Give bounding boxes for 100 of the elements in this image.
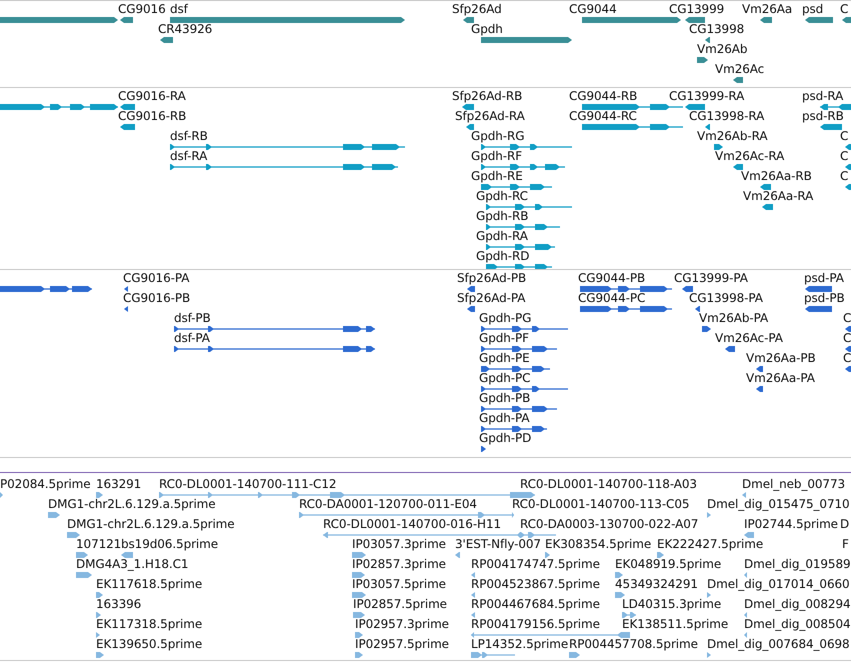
feature-label: EK117618.5prime — [96, 577, 202, 591]
feature-label: CG9016-RB — [118, 109, 186, 123]
feature-label: Vm26Ac-PA — [715, 331, 783, 345]
feature-label: IP03057.3prime — [352, 537, 446, 551]
feature-label: dsf-PB — [174, 311, 211, 325]
feature-label: Vm26Aa-RB — [741, 169, 812, 183]
alignment-glyph — [48, 511, 60, 519]
feature-glyph — [481, 425, 547, 433]
alignment-glyph — [355, 651, 363, 659]
alignment-glyph — [707, 651, 711, 659]
alignment-glyph — [707, 511, 711, 519]
feature-label: Sfp26Ad-PA — [457, 291, 526, 305]
feature-label: psd-PA — [804, 271, 844, 285]
feature-label: RP004523867.5prime — [471, 577, 600, 591]
feature-label: psd-RA — [802, 89, 844, 103]
feature-label: Dmel_dig_019589 — [744, 557, 851, 571]
feature-label: DMG4A3_1.H18.C1 — [76, 557, 188, 571]
feature-label: IP02957.3prime — [355, 617, 449, 631]
feature-label: Dmel_dig_008294 — [744, 597, 851, 611]
feature-label: RC0-DL0001-140700-113-C05 — [512, 497, 690, 511]
feature-glyph — [705, 36, 710, 44]
feature-label: psd-RB — [802, 109, 844, 123]
feature-glyph — [845, 325, 851, 333]
feature-label: EK117318.5prime — [96, 617, 202, 631]
feature-label: DMG1-chr2L.6.129.a.5prime — [48, 497, 216, 511]
feature-label: Gpdh-PA — [479, 411, 530, 425]
feature-label: Dmel_dig_015475_0710 — [707, 497, 850, 511]
feature-label: Vm26Ab — [697, 42, 748, 56]
feature-label: CG9044-PB — [578, 271, 646, 285]
feature-glyph — [820, 123, 842, 131]
feature-label: Dmel_neb_00773 — [742, 477, 846, 491]
feature-label: Gpdh-PG — [479, 311, 532, 325]
alignment-glyph — [742, 491, 746, 499]
feature-label: LD40315.3prime — [622, 597, 722, 611]
feature-label: Gpdh-PC — [479, 371, 530, 385]
feature-label: Gpdh-RA — [476, 229, 528, 243]
feature-label: Vm26Aa — [742, 2, 792, 16]
feature-label: CG9016-PA — [123, 271, 190, 285]
alignment-glyph — [471, 591, 475, 599]
feature-label: Vm26Ac — [715, 62, 764, 76]
feature-label: RC0-DA0003-130700-022-A07 — [520, 517, 698, 531]
feature-label: C — [840, 129, 848, 143]
feature-glyph — [486, 243, 555, 251]
feature-label: CG13998 — [689, 22, 744, 36]
feature-label: Vm26Aa-RA — [743, 189, 814, 203]
feature-label: Gpdh-PE — [479, 351, 530, 365]
feature-label: psd — [802, 2, 824, 16]
feature-label: F — [842, 537, 849, 551]
feature-label: IP02857.3prime — [352, 557, 446, 571]
feature-glyph — [685, 16, 705, 24]
feature-label: dsf-PA — [174, 331, 210, 345]
alignment-glyph — [121, 551, 133, 559]
feature-label: RP004179156.5prime — [471, 617, 600, 631]
feature-glyph — [463, 16, 474, 24]
alignment-glyph — [96, 491, 103, 499]
feature-glyph — [842, 16, 851, 24]
feature-label: C — [840, 2, 848, 16]
alignment-glyph — [352, 591, 366, 599]
feature-glyph — [845, 183, 851, 191]
feature-glyph — [820, 103, 851, 111]
alignment-glyph — [353, 611, 365, 619]
feature-label: EK139650.5prime — [96, 637, 202, 651]
feature-label: CG9044-PC — [578, 291, 646, 305]
feature-label: CG9044-RC — [569, 109, 637, 123]
feature-label: C — [843, 331, 851, 345]
alignment-glyph — [744, 531, 754, 539]
alignment-glyph — [96, 651, 104, 659]
feature-glyph — [481, 183, 552, 191]
alignment-glyph — [622, 611, 636, 619]
feature-label: IP02957.5prime — [355, 637, 449, 651]
feature-label: Gpdh-PF — [479, 331, 529, 345]
feature-label: RC0-DL0001-140700-016-H11 — [323, 517, 502, 531]
feature-label: CG13999-PA — [674, 271, 748, 285]
feature-glyph — [120, 123, 135, 131]
feature-glyph — [481, 365, 550, 373]
feature-glyph — [486, 263, 552, 269]
alignment-glyph — [569, 651, 580, 659]
alignment-glyph — [352, 551, 366, 559]
feature-glyph — [467, 305, 475, 313]
feature-label: RP004467684.5prime — [471, 597, 600, 611]
alignment-glyph — [96, 591, 103, 599]
feature-label: RP004174747.5prime — [471, 557, 600, 571]
feature-label: dsf — [170, 2, 188, 16]
feature-label: RC0-DA0001-120700-011-E04 — [299, 497, 477, 511]
feature-label: Gpdh — [471, 22, 503, 36]
alignment-glyph — [744, 571, 747, 579]
alignment-glyph — [76, 551, 88, 559]
feature-glyph — [756, 385, 763, 393]
feature-label: Vm26Aa-PA — [746, 371, 815, 385]
feature-label: Vm26Aa-PB — [746, 351, 816, 365]
feature-glyph — [760, 183, 771, 191]
alignment-glyph — [545, 551, 550, 559]
alignment-glyph — [0, 491, 3, 499]
feature-label: Gpdh-RB — [476, 209, 528, 223]
feature-label: D — [840, 517, 850, 531]
feature-label: Gpdh-RC — [476, 189, 528, 203]
alignment-glyph — [657, 551, 664, 559]
feature-glyph — [845, 365, 851, 373]
alignment-glyph — [355, 631, 363, 639]
feature-label: IP02857.5prime — [353, 597, 447, 611]
